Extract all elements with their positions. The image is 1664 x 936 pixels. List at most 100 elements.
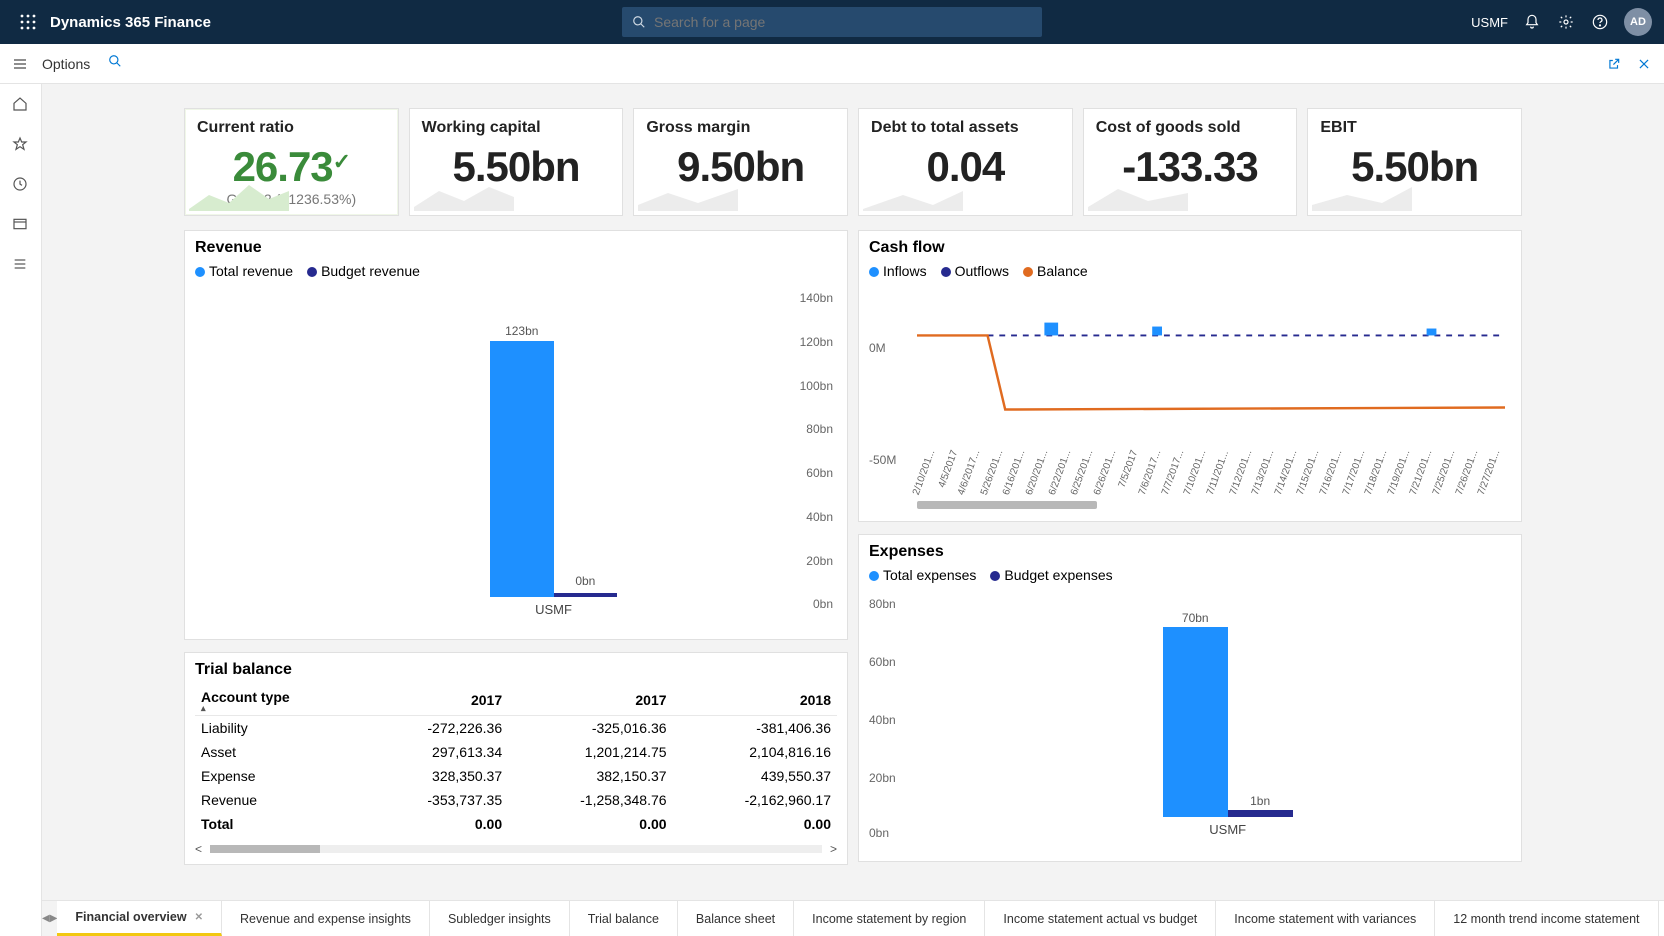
kpi-ebit[interactable]: EBIT 5.50bn [1307,108,1522,216]
cell-account-type: Revenue [195,788,363,812]
notifications-icon[interactable] [1522,12,1542,32]
settings-icon[interactable] [1556,12,1576,32]
bar-label: 1bn [1250,794,1270,808]
bar-total-revenue[interactable] [490,341,554,597]
table-row[interactable]: Expense328,350.37382,150.37439,550.37 [195,764,837,788]
app-launcher-icon[interactable] [12,6,44,38]
scroll-left-icon[interactable]: < [195,842,202,856]
y-tick: 0bn [869,826,889,840]
balance-line [917,335,1505,409]
left-nav-rail [0,84,42,936]
legend-item: Balance [1037,263,1088,279]
tab-nav-next[interactable]: ▶ [50,901,58,936]
kpi-row: Current ratio 26.73✓ Goal: 2 (+1236.53%)… [184,108,1522,216]
kpi-label: Cost of goods sold [1096,119,1285,137]
filter-search-icon[interactable] [108,54,122,73]
kpi-label: Current ratio [197,119,386,137]
cell-value: -2,162,960.17 [673,788,837,812]
bar-budget-expenses[interactable] [1228,810,1293,817]
table-scrollbar[interactable]: < > [195,842,837,856]
panel-title: Expenses [869,543,1511,561]
kpi-cogs[interactable]: Cost of goods sold -133.33 [1083,108,1298,216]
y-tick: 80bn [869,597,896,611]
tab-close-icon[interactable]: ✕ [195,912,203,923]
table-row[interactable]: Asset297,613.341,201,214.752,104,816.16 [195,740,837,764]
kpi-label: EBIT [1320,119,1509,137]
kpi-label: Debt to total assets [871,119,1060,137]
trial-balance-panel: Trial balance Account type▴ 2017 2017 20… [184,652,848,865]
cell-account-type: Asset [195,740,363,764]
total-cell: 0.00 [363,812,508,836]
environment-label[interactable]: USMF [1471,15,1508,30]
help-icon[interactable] [1590,12,1610,32]
legend-item: Outflows [955,263,1009,279]
sheet-tab[interactable]: Revenue and expense insights [222,901,430,936]
workspaces-icon[interactable] [12,216,30,234]
cell-value: 297,613.34 [363,740,508,764]
sparkline [1312,181,1412,211]
total-cell: 0.00 [673,812,837,836]
inflow-bar [1427,329,1437,336]
search-input[interactable] [654,14,1032,30]
options-menu[interactable]: Options [42,56,90,72]
y-tick: 20bn [869,771,896,785]
column-header[interactable]: 2018 [673,685,837,716]
sheet-tab[interactable]: Subledger insights [430,901,570,936]
popout-icon[interactable] [1604,54,1624,74]
kpi-debt-to-assets[interactable]: Debt to total assets 0.04 [858,108,1073,216]
global-search[interactable] [622,7,1042,37]
modules-icon[interactable] [12,256,30,274]
sheet-tabs: ◀ ▶ Financial overview✕Revenue and expen… [42,900,1664,936]
expenses-chart[interactable]: 80bn 60bn 40bn 20bn 0bn 70bn 1bn USMF [869,589,1511,841]
sheet-tab[interactable]: Income statement with variances [1216,901,1435,936]
sparkline [638,181,738,211]
cell-value: -325,016.36 [508,716,672,741]
sparkline [414,181,514,211]
table-row[interactable]: Revenue-353,737.35-1,258,348.76-2,162,96… [195,788,837,812]
sheet-tab[interactable]: Balance sheet [678,901,794,936]
home-icon[interactable] [12,96,30,114]
column-header[interactable]: Account type▴ [195,685,363,716]
legend-item: Budget expenses [1004,567,1112,583]
kpi-current-ratio[interactable]: Current ratio 26.73✓ Goal: 2 (+1236.53%) [184,108,399,216]
chart-scrollbar[interactable] [917,501,1097,509]
cell-value: 2,104,816.16 [673,740,837,764]
sheet-tab[interactable]: 12 month trend income statement [1435,901,1658,936]
kpi-gross-margin[interactable]: Gross margin 9.50bn [633,108,848,216]
kpi-working-capital[interactable]: Working capital 5.50bn [409,108,624,216]
sheet-tab[interactable]: Trial balance [570,901,678,936]
sheet-tab[interactable]: Income statement by region [794,901,985,936]
table-row[interactable]: Liability-272,226.36-325,016.36-381,406.… [195,716,837,741]
cell-value: -1,258,348.76 [508,788,672,812]
sheet-tab[interactable]: Income statement actual vs budget [985,901,1216,936]
y-tick: 0M [869,341,886,355]
column-header[interactable]: 2017 [363,685,508,716]
inflow-bar [1044,323,1058,336]
bar-budget-revenue[interactable] [554,593,618,597]
column-header[interactable]: 2017 [508,685,672,716]
close-icon[interactable] [1634,54,1654,74]
scroll-right-icon[interactable]: > [830,842,837,856]
bar-total-expenses[interactable] [1163,627,1228,817]
expenses-legend: Total expenses Budget expenses [869,567,1511,583]
favorites-icon[interactable] [12,136,30,154]
recent-icon[interactable] [12,176,30,194]
legend-item: Total revenue [209,263,293,279]
app-title: Dynamics 365 Finance [50,14,211,31]
cell-value: -381,406.36 [673,716,837,741]
panel-title: Trial balance [195,661,837,679]
sheet-tab[interactable]: Expenses three year trend [1659,901,1664,936]
revenue-chart[interactable]: 140bn 120bn 100bn 80bn 60bn 40bn 20bn 0b… [195,285,837,621]
sheet-tab[interactable]: Financial overview✕ [57,901,222,936]
x-ticks: 2/10/201...4/5/20174/6/2017...5/26/201..… [917,451,1505,505]
nav-toggle-icon[interactable] [10,54,30,74]
cell-value: 382,150.37 [508,764,672,788]
tab-nav-prev[interactable]: ◀ [42,901,50,936]
cashflow-chart[interactable]: 0M -50M 2/10/201...4/5/20174/6/2017...5/… [869,285,1511,509]
inflow-bar [1152,327,1162,336]
kpi-label: Gross margin [646,119,835,137]
kpi-label: Working capital [422,119,611,137]
sparkline [863,181,963,211]
cell-value: 439,550.37 [673,764,837,788]
user-avatar[interactable]: AD [1624,8,1652,36]
